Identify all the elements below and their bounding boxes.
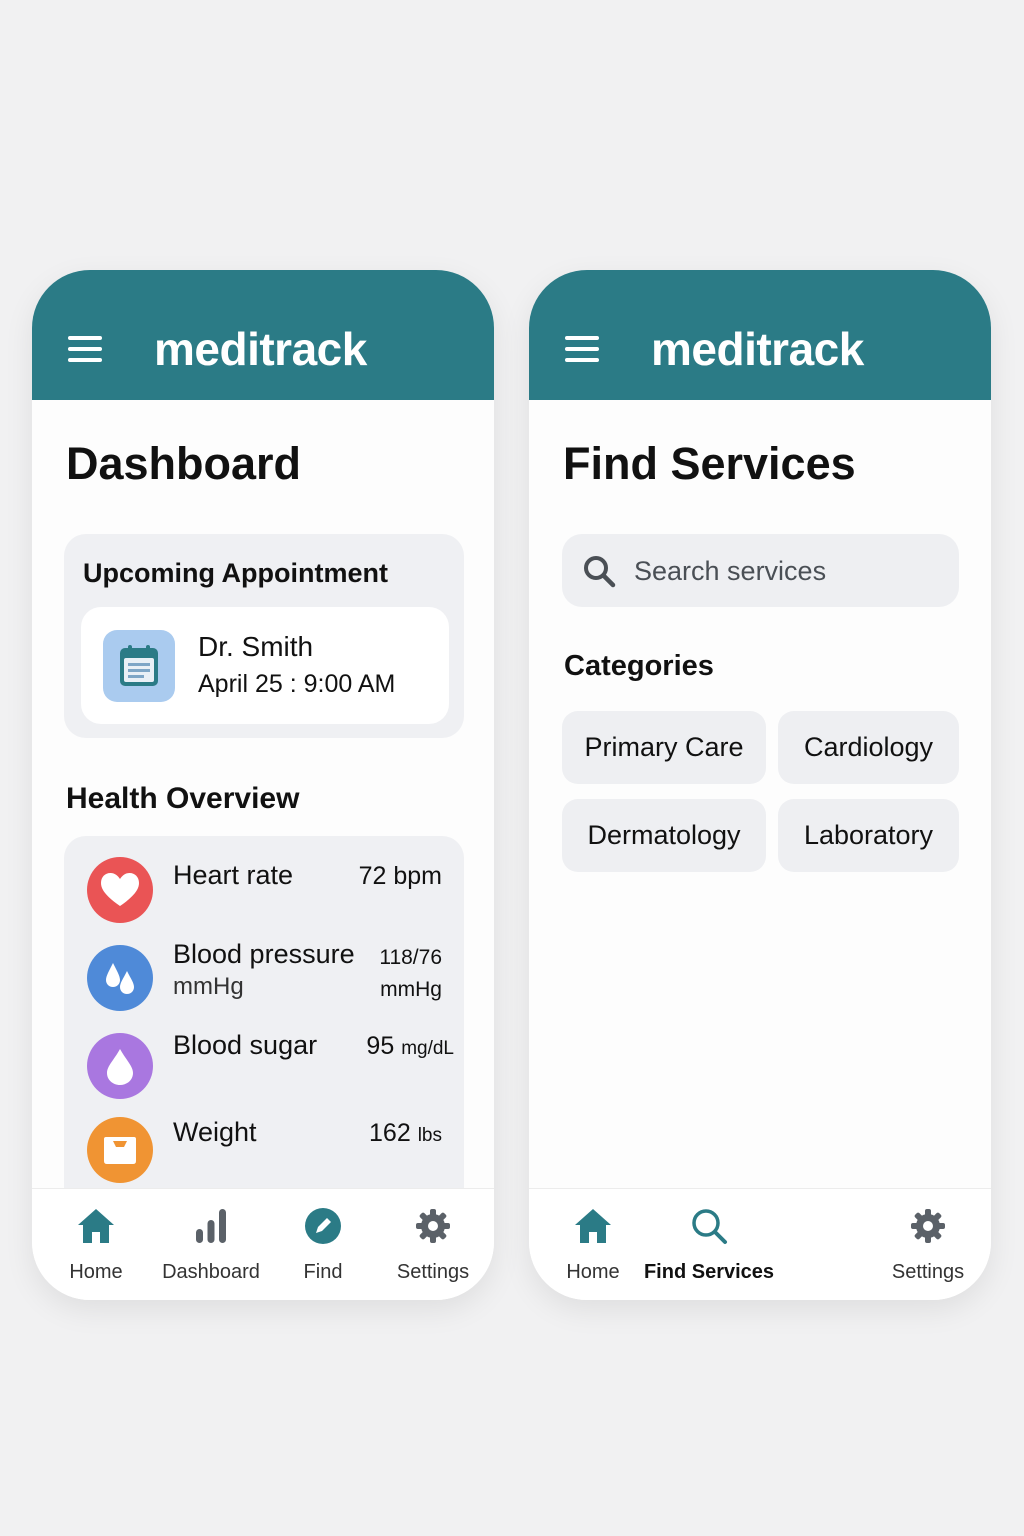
find-services-screen: meditrack Find Services Categories Prima…	[529, 270, 991, 1300]
nav-find-services[interactable]: Find Services	[639, 1205, 779, 1284]
bottom-nav: Home Dashboard Find Settings	[32, 1188, 494, 1300]
nav-settings[interactable]: Settings	[885, 1205, 971, 1284]
search-icon	[639, 1205, 779, 1247]
metric-label: Blood sugar	[173, 1030, 318, 1060]
metric-value: 95 mg/dL	[366, 1032, 454, 1060]
category-chip-primary-care[interactable]: Primary Care	[562, 711, 766, 784]
nav-find[interactable]: Find	[288, 1205, 358, 1284]
category-chip-cardiology[interactable]: Cardiology	[778, 711, 959, 784]
upcoming-appointment-card: Upcoming Appointment Dr. Smith April 25 …	[64, 534, 464, 738]
nav-label: Dashboard	[162, 1261, 260, 1283]
metric-label: Heart rate	[173, 860, 294, 890]
heart-icon	[87, 857, 153, 923]
hamburger-icon[interactable]	[68, 336, 102, 362]
nav-label: Find	[303, 1261, 343, 1283]
category-chip-dermatology[interactable]: Dermatology	[562, 799, 766, 872]
health-overview-card: Heart rate 72 bpm Blood pressure mmHg 11…	[64, 836, 464, 1216]
page-title: Find Services	[563, 438, 856, 489]
metric-value: 72 bpm	[358, 862, 442, 890]
appointment-datetime: April 25 : 9:00 AM	[198, 670, 396, 698]
page-title: Dashboard	[66, 438, 302, 489]
gear-icon	[885, 1205, 971, 1247]
search-box[interactable]	[562, 534, 959, 609]
metric-value: 162 lbs	[369, 1119, 442, 1147]
brand-logo: meditrack	[651, 323, 864, 375]
bottom-nav: Home Find Services Settings	[529, 1188, 991, 1300]
health-overview-title: Health Overview	[66, 782, 300, 815]
search-icon	[582, 554, 616, 593]
nav-label: Settings	[891, 1261, 965, 1283]
appointment-item[interactable]: Dr. Smith April 25 : 9:00 AM	[81, 607, 449, 724]
nav-home[interactable]: Home	[555, 1205, 631, 1284]
scale-icon	[87, 1117, 153, 1183]
categories-title: Categories	[564, 650, 714, 682]
metric-sublabel: mmHg	[173, 973, 244, 1000]
bar-chart-icon	[156, 1205, 266, 1247]
nav-label: Find Services	[643, 1261, 775, 1283]
app-header: meditrack	[32, 270, 494, 400]
hamburger-icon[interactable]	[565, 336, 599, 362]
nav-label: Home	[566, 1261, 620, 1283]
nav-settings[interactable]: Settings	[390, 1205, 476, 1284]
category-chip-laboratory[interactable]: Laboratory	[778, 799, 959, 872]
nav-home[interactable]: Home	[58, 1205, 134, 1284]
brand-logo: meditrack	[154, 323, 367, 375]
home-icon	[555, 1205, 631, 1247]
home-icon	[58, 1205, 134, 1247]
gear-icon	[390, 1205, 476, 1247]
metric-label: Blood pressure	[173, 939, 355, 969]
dashboard-screen: meditrack Dashboard Upcoming Appointment…	[32, 270, 494, 1300]
nav-label: Settings	[396, 1261, 470, 1283]
search-input[interactable]	[632, 534, 946, 609]
drops-icon	[87, 945, 153, 1011]
nav-label: Home	[69, 1261, 123, 1283]
calendar-icon	[103, 630, 175, 702]
app-header: meditrack	[529, 270, 991, 400]
metric-label: Weight	[173, 1117, 257, 1147]
pen-icon	[288, 1205, 358, 1247]
metric-value: 118/76 mmHg	[379, 946, 442, 1001]
nav-dashboard[interactable]: Dashboard	[156, 1205, 266, 1284]
drop-icon	[87, 1033, 153, 1099]
doctor-name: Dr. Smith	[198, 631, 314, 662]
appointment-heading: Upcoming Appointment	[83, 558, 388, 588]
